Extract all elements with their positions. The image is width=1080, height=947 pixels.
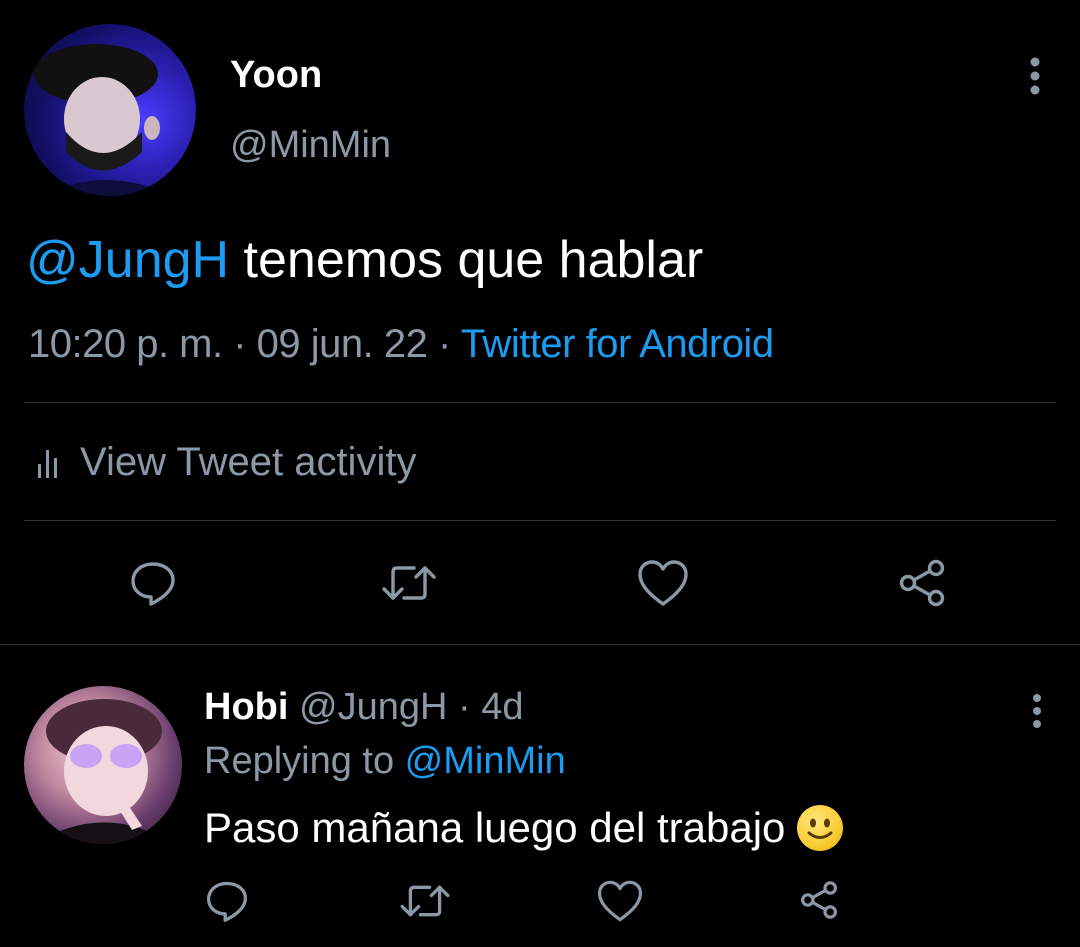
tweet-body: tenemos que hablar	[229, 231, 704, 289]
comment-icon[interactable]	[128, 558, 178, 608]
replying-to-label: Replying to	[204, 740, 405, 782]
reply-author-handle[interactable]: @JungH	[288, 686, 447, 728]
retweet-icon[interactable]	[398, 880, 452, 922]
reply-text: Paso mañana luego del trabajo	[204, 804, 844, 852]
author-handle[interactable]: @MinMin	[230, 124, 391, 167]
tweet-source-link[interactable]: Twitter for Android	[461, 322, 774, 366]
reply-header: Hobi @JungH · 4d	[204, 686, 523, 729]
meta-separator: ·	[222, 322, 257, 366]
reply-more-options-icon[interactable]	[1022, 692, 1052, 730]
reply-body: Paso mañana luego del trabajo	[204, 804, 786, 851]
more-options-icon[interactable]	[1018, 56, 1052, 96]
reply-author-avatar[interactable]	[24, 686, 182, 844]
view-tweet-activity-label: View Tweet activity	[80, 440, 417, 484]
tweet-text: @JungH tenemos que hablar	[26, 230, 703, 290]
author-avatar[interactable]	[24, 24, 196, 196]
share-icon[interactable]	[896, 558, 948, 608]
replying-to-mention-link[interactable]: @MinMin	[405, 740, 566, 782]
tweet-date[interactable]: 09 jun. 22	[257, 322, 428, 366]
heart-icon[interactable]	[596, 878, 644, 924]
view-tweet-activity-button[interactable]: View Tweet activity	[36, 440, 416, 485]
retweet-icon[interactable]	[380, 560, 438, 606]
comment-icon[interactable]	[204, 878, 250, 924]
reply-time[interactable]: 4d	[481, 686, 523, 728]
bar-chart-icon	[36, 446, 64, 480]
divider	[24, 402, 1056, 403]
author-display-name[interactable]: Yoon	[230, 54, 322, 97]
meta-separator: ·	[427, 322, 461, 366]
divider	[0, 644, 1080, 645]
heart-icon[interactable]	[636, 558, 690, 608]
replying-to: Replying to @MinMin	[204, 740, 566, 783]
share-icon[interactable]	[798, 880, 840, 920]
tweet-time[interactable]: 10:20 p. m.	[28, 322, 223, 366]
tweet-metadata: 10:20 p. m. · 09 jun. 22 · Twitter for A…	[28, 322, 774, 367]
smiling-face-emoji-icon	[797, 805, 844, 851]
reply-author-display-name[interactable]: Hobi	[204, 686, 288, 728]
tweet-mention-link[interactable]: @JungH	[26, 231, 229, 289]
meta-separator: ·	[447, 686, 482, 728]
divider	[24, 520, 1056, 521]
